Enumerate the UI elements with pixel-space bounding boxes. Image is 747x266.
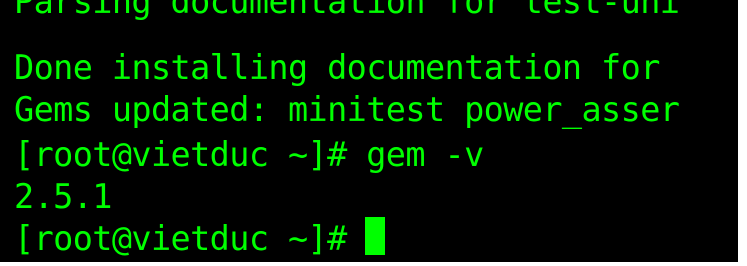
terminal-cursor[interactable] xyxy=(364,217,385,255)
terminal-command-line: [root@vietduc ~]# gem -v xyxy=(14,135,484,174)
terminal-output-line: Done installing documentation for xyxy=(14,48,660,87)
window-bottom-edge xyxy=(0,262,747,266)
terminal-window[interactable]: Parsing documentation for test-uni Done … xyxy=(0,0,738,262)
terminal-output-line: Gems updated: minitest power_asser xyxy=(14,90,680,129)
terminal-output-line: 2.5.1 xyxy=(14,177,112,216)
window-right-edge xyxy=(738,0,747,266)
terminal-prompt: [root@vietduc ~]# xyxy=(14,219,347,258)
terminal-output-line: Parsing documentation for test-uni xyxy=(14,0,680,21)
terminal-prompt-line[interactable]: [root@vietduc ~]# xyxy=(14,217,385,259)
